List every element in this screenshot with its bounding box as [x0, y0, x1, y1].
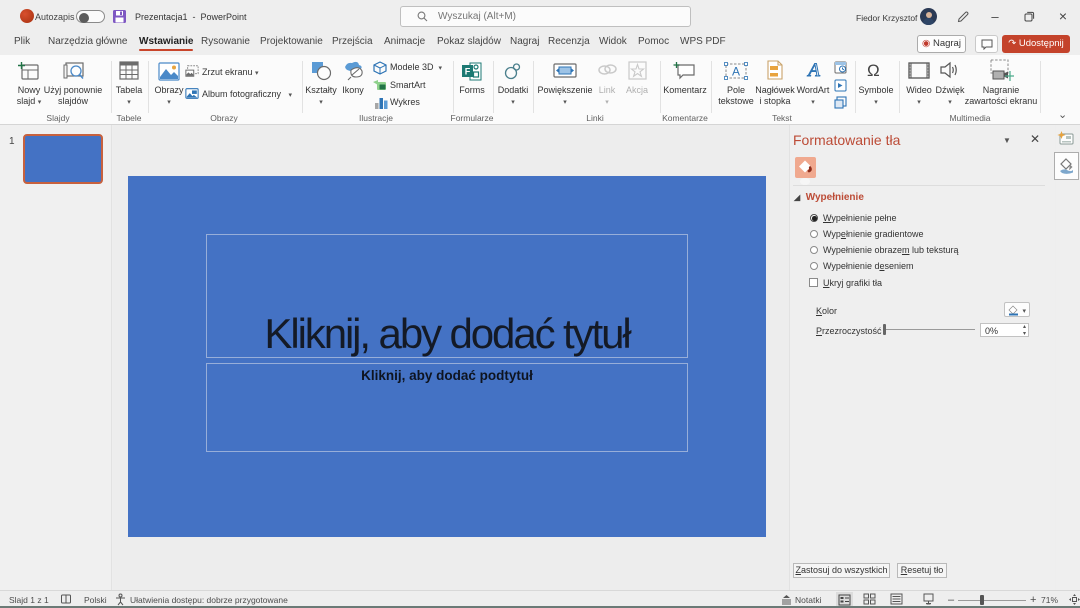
svg-text:A: A [732, 65, 740, 79]
svg-text:A: A [806, 60, 820, 80]
svg-text:F: F [465, 67, 471, 77]
